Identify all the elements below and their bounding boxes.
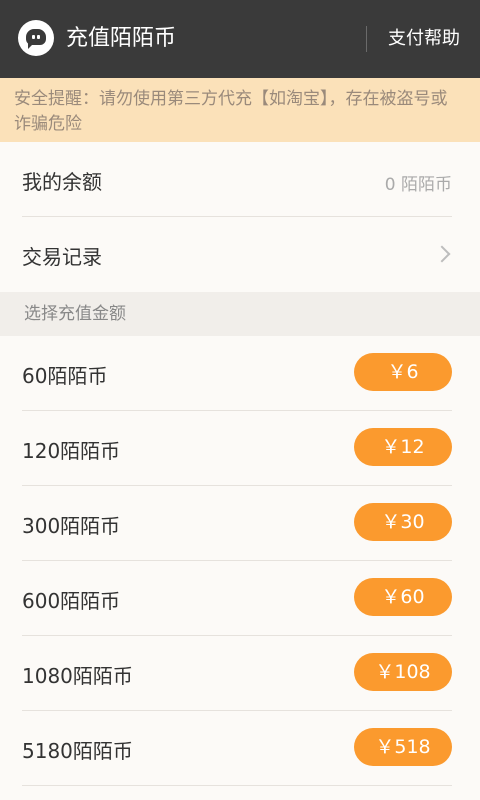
recharge-option-label: 60陌陌币 (22, 364, 108, 388)
price-button[interactable]: ￥60 (354, 578, 452, 616)
price-button[interactable]: ￥12 (354, 428, 452, 466)
chevron-right-icon (433, 245, 451, 263)
payment-help-button[interactable]: 支付帮助 (378, 22, 470, 56)
balance-value: 0 陌陌币 (384, 175, 452, 195)
recharge-option-label: 300陌陌币 (22, 514, 121, 538)
recharge-option-row[interactable]: 120陌陌币 ￥12 (0, 411, 480, 486)
header-divider (366, 26, 367, 52)
recharge-option-row[interactable]: 600陌陌币 ￥60 (0, 561, 480, 636)
recharge-option-row[interactable]: 60陌陌币 ￥6 (0, 336, 480, 411)
recharge-option-label: 120陌陌币 (22, 439, 121, 463)
recharge-option-label: 5180陌陌币 (22, 739, 133, 763)
page-title: 充值陌陌币 (66, 26, 177, 51)
recharge-option-label: 1080陌陌币 (22, 664, 133, 688)
recharge-option-row[interactable]: 300陌陌币 ￥30 (0, 486, 480, 561)
recharge-amount-section-header: 选择充值金额 (0, 292, 480, 336)
transaction-history-row[interactable]: 交易记录 (0, 217, 480, 292)
price-button[interactable]: ￥30 (354, 503, 452, 541)
transaction-history-label: 交易记录 (22, 245, 102, 269)
balance-label: 我的余额 (22, 170, 102, 194)
app-header: 充值陌陌币 支付帮助 (0, 0, 480, 78)
recharge-option-label: 600陌陌币 (22, 589, 121, 613)
security-notice: 安全提醒：请勿使用第三方代充【如淘宝】，存在被盗号或诈骗危险 (0, 78, 480, 142)
row-divider (22, 785, 452, 786)
balance-row: 我的余额 0 陌陌币 (0, 142, 480, 217)
price-button[interactable]: ￥6 (354, 353, 452, 391)
price-button[interactable]: ￥108 (354, 653, 452, 691)
recharge-option-row[interactable]: 5180陌陌币 ￥518 (0, 711, 480, 786)
momo-logo-icon (18, 20, 54, 56)
recharge-option-row[interactable]: 1080陌陌币 ￥108 (0, 636, 480, 711)
price-button[interactable]: ￥518 (354, 728, 452, 766)
